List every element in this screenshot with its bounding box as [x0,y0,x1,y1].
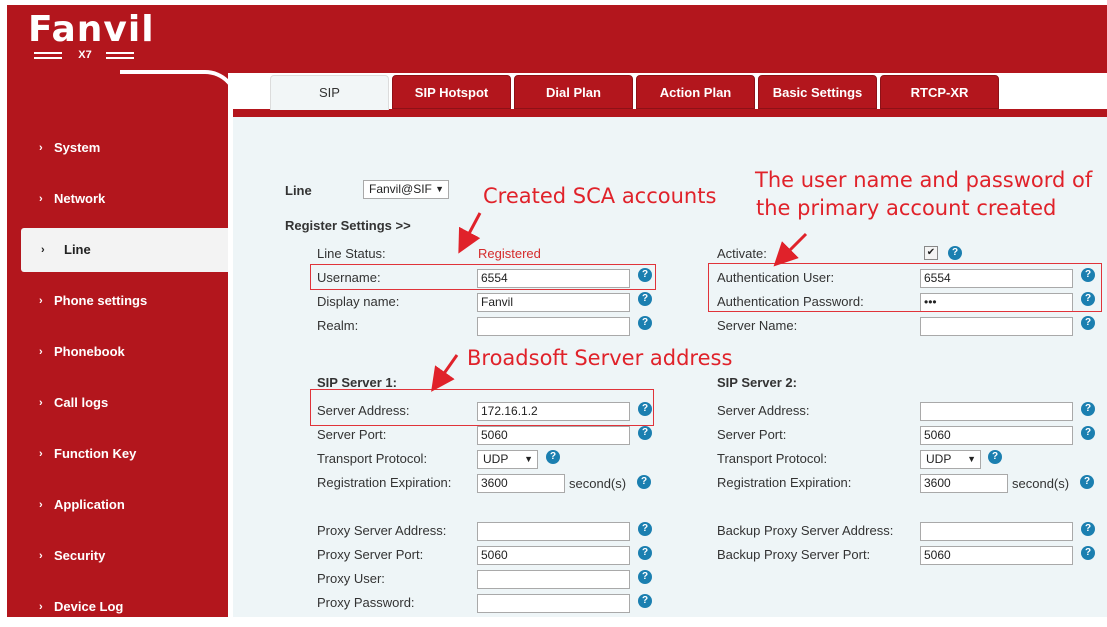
annotation-arrows [431,212,808,392]
arrow-sca [458,212,482,254]
arrow-primary [773,232,808,267]
arrow-broadsoft [431,354,459,392]
